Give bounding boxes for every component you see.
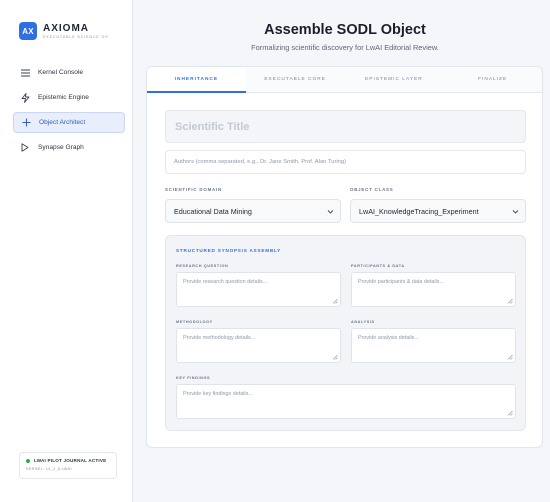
brand-name: AXIOMA [43,22,89,34]
analysis-textarea[interactable]: Provide analysis details... [351,328,516,363]
tab-finalize[interactable]: FINALIZE [443,67,542,92]
chevron-down-icon [327,210,334,214]
menu-icon [20,68,30,78]
scientific-domain-label: SCIENTIFIC DOMAIN [165,187,223,192]
chevron-down-icon [512,210,519,214]
structured-synopsis-panel: STRUCTURED SYNOPSIS ASSEMBLY RESEARCH QU… [165,235,526,431]
resize-grip-icon[interactable] [507,354,513,360]
research-question-label: RESEARCH QUESTION [176,264,229,268]
key-findings-label: KEY FINDINGS [176,376,211,380]
participants-data-label: PARTICIPANTS & DATA [351,264,405,268]
resize-grip-icon[interactable] [332,354,338,360]
analysis-label: ANALYSIS [351,320,375,324]
tab-executable-core[interactable]: EXECUTABLE CORE [246,67,345,92]
brand[interactable]: AX AXIOMA EXECUTABLE SCIENCE OS [19,22,109,40]
page-title: Assemble SODL Object [264,22,426,38]
scientific-domain-select[interactable]: Educational Data Mining [165,199,341,223]
sidebar: AX AXIOMA EXECUTABLE SCIENCE OS Kernel C… [0,0,133,502]
participants-data-textarea[interactable]: Provide participants & data details... [351,272,516,307]
resize-grip-icon[interactable] [507,298,513,304]
research-question-textarea[interactable]: Provide research question details... [176,272,341,307]
object-class-label: OBJECT CLASS [350,187,394,192]
key-findings-textarea[interactable]: Provide key findings details... [176,384,516,419]
resize-grip-icon[interactable] [507,410,513,416]
sidebar-item-label: Epistemic Engine [38,94,89,101]
authors-input[interactable]: Authors (comma separated, e.g., Dr. Jane… [165,150,526,174]
sidebar-item-object-architect[interactable]: Object Architect [13,112,125,133]
research-question-placeholder: Provide research question details... [183,279,268,285]
status-title: LWAI PILOT JOURNAL ACTIVE [34,458,107,463]
status-line: LWAI PILOT JOURNAL ACTIVE [26,458,110,463]
synopsis-title: STRUCTURED SYNOPSIS ASSEMBLY [176,248,282,253]
object-class-select[interactable]: LwAI_KnowledgeTracing_Experiment [350,199,526,223]
scientific-domain-value: Educational Data Mining [174,206,252,216]
status-indicator-icon [26,458,30,463]
methodology-placeholder: Provide methodology details... [183,335,256,341]
participants-data-placeholder: Provide participants & data details... [358,279,444,285]
status-kernel: KERNEL: 14_2_8-LWAI [26,467,72,471]
key-findings-placeholder: Provide key findings details... [183,391,253,397]
brand-text: AXIOMA EXECUTABLE SCIENCE OS [43,23,109,40]
sidebar-nav: Kernel Console Epistemic Engine Object A… [13,62,125,162]
methodology-textarea[interactable]: Provide methodology details... [176,328,341,363]
bolt-icon [20,92,30,103]
sidebar-item-label: Object Architect [39,119,86,126]
sidebar-item-synapse-graph[interactable]: Synapse Graph [13,137,125,158]
play-icon [20,143,30,153]
sidebar-item-kernel-console[interactable]: Kernel Console [13,62,125,83]
analysis-placeholder: Provide analysis details... [358,335,419,341]
scientific-title-input[interactable]: Scientific Title [165,110,526,143]
tab-bar: INHERITANCE EXECUTABLE CORE EPISTEMIC LA… [147,67,542,93]
page-subtitle: Formalizing scientific discovery for LwA… [251,43,439,52]
tab-inheritance[interactable]: INHERITANCE [147,67,246,93]
resize-grip-icon[interactable] [332,298,338,304]
tab-epistemic-layer[interactable]: EPISTEMIC LAYER [345,67,444,92]
sidebar-item-label: Kernel Console [38,69,84,76]
object-class-value: LwAI_KnowledgeTracing_Experiment [359,206,479,216]
brand-subtitle: EXECUTABLE SCIENCE OS [43,34,109,39]
plus-icon [21,118,31,128]
brand-logo: AX [19,22,37,40]
sidebar-item-epistemic-engine[interactable]: Epistemic Engine [13,87,125,108]
object-form-card: INHERITANCE EXECUTABLE CORE EPISTEMIC LA… [146,66,543,448]
methodology-label: METHODOLOGY [176,320,213,324]
status-card: LWAI PILOT JOURNAL ACTIVE KERNEL: 14_2_8… [19,452,117,479]
sidebar-item-label: Synapse Graph [38,144,84,151]
